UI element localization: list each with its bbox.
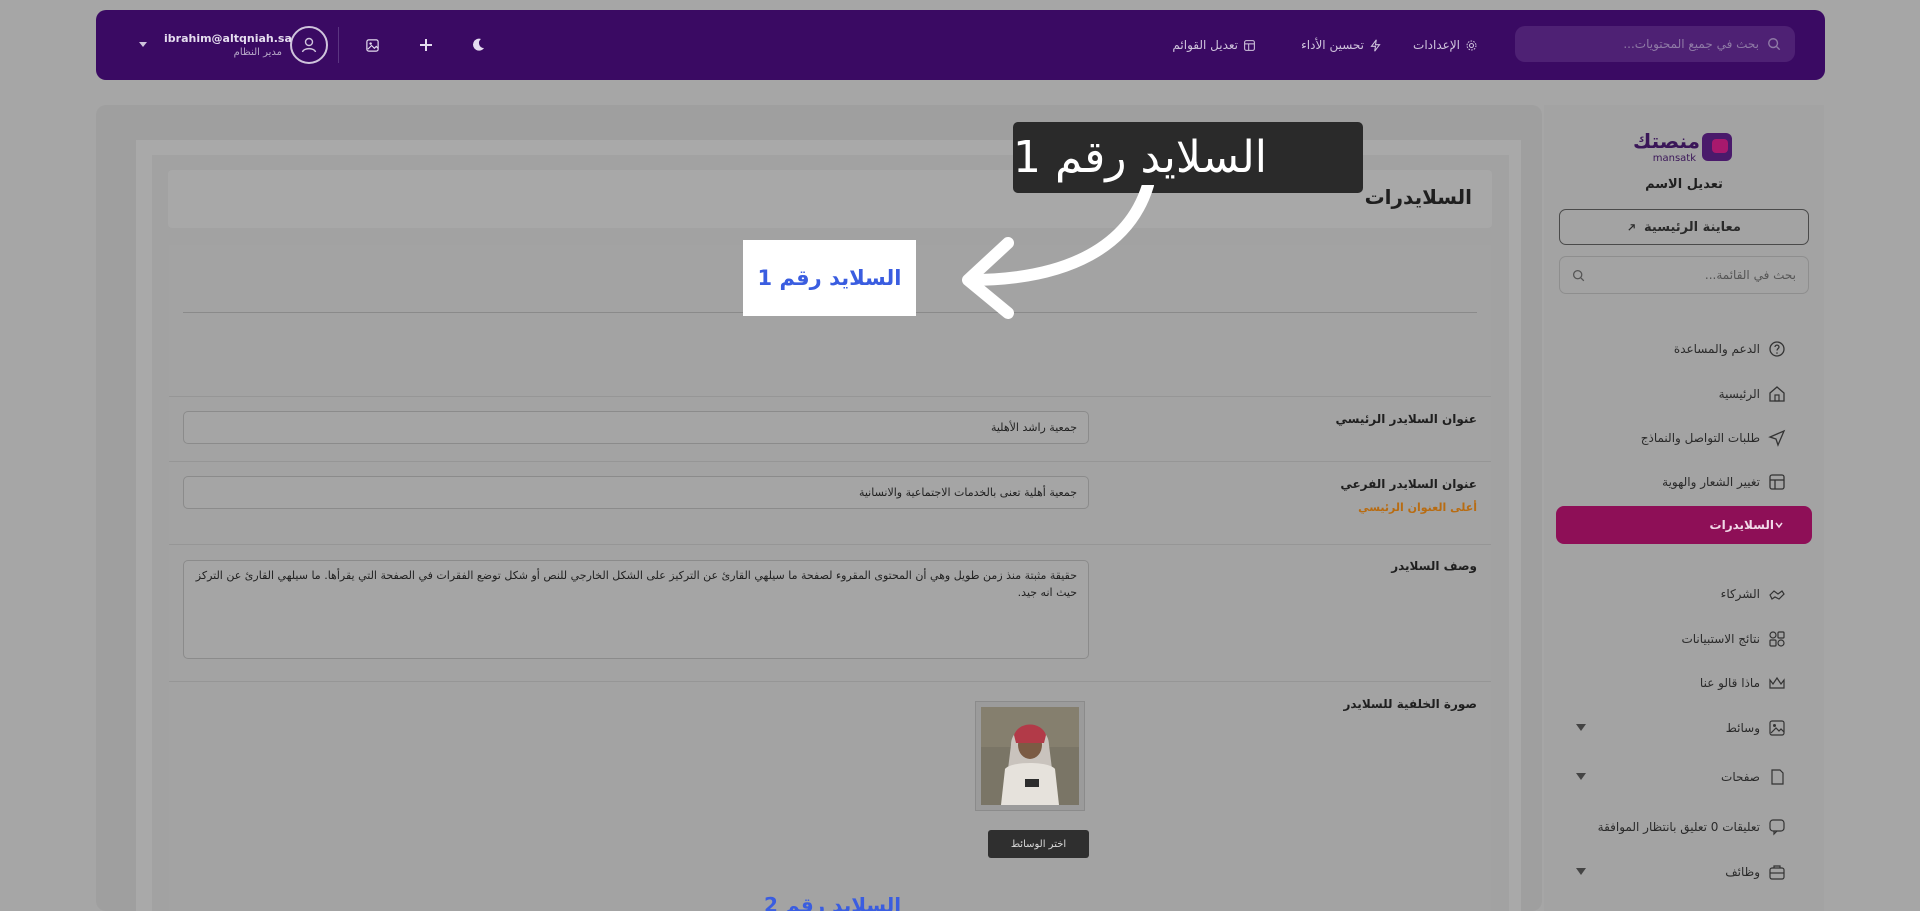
- nav-performance[interactable]: تحسين الأداء: [1301, 10, 1382, 80]
- sidebar-item-label: وسائط: [1725, 721, 1760, 735]
- help-circle-icon: [1769, 341, 1785, 357]
- nav-edit-menus-label: تعديل القوائم: [1172, 38, 1238, 52]
- sidebar-item-survey-results[interactable]: نتائج الاستبيانات: [1556, 620, 1812, 658]
- sidebar-item-media[interactable]: وسائط: [1556, 709, 1812, 747]
- user-email: ibrahim@altqniah.sa: [164, 32, 292, 45]
- brand-logo[interactable]: منصتك mansatk: [1633, 129, 1732, 169]
- sidebar: منصتك mansatk تعديل الاسم معاينة الرئيسي…: [1544, 105, 1824, 911]
- search-icon: [1768, 38, 1781, 51]
- sub-title-label: عنوان السلايدر الفرعي: [1340, 477, 1477, 491]
- caret-down-icon[interactable]: [139, 42, 147, 48]
- sidebar-item-support[interactable]: الدعم والمساعدة: [1556, 330, 1812, 368]
- logo-text-ar: منصتك: [1632, 129, 1700, 153]
- nav-settings-label: الإعدادات: [1413, 38, 1460, 52]
- image-icon: [365, 38, 379, 52]
- slider-background-photo: [981, 707, 1079, 805]
- add-new-button[interactable]: [416, 35, 436, 55]
- background-image-thumbnail[interactable]: [975, 701, 1085, 811]
- handshake-icon: [1769, 590, 1785, 600]
- description-textarea[interactable]: حقيقة مثبتة منذ زمن طويل وهي أن المحتوى …: [183, 560, 1089, 659]
- user-icon: [301, 37, 317, 53]
- user-role: مدير النظام: [233, 47, 282, 58]
- sidebar-item-contact-requests[interactable]: طلبات التواصل والنماذج: [1556, 419, 1812, 457]
- caret-down-icon: [1576, 724, 1586, 731]
- sidebar-item-sliders[interactable]: السلايدرات: [1556, 506, 1812, 544]
- grid-icon: [1769, 631, 1785, 647]
- logo-text-en: mansatk: [1652, 153, 1696, 164]
- slider-form: عنوان السلايدر الرئيسي جمعية راشد الأهلي…: [169, 245, 1491, 911]
- sidebar-item-label: الشركاء: [1720, 587, 1760, 601]
- briefcase-icon: [1769, 865, 1785, 880]
- preview-home-button[interactable]: معاينة الرئيسية: [1559, 209, 1809, 245]
- row-divider: [169, 681, 1491, 682]
- send-icon: [1768, 429, 1786, 447]
- page-title: السلايدرات: [1364, 185, 1472, 209]
- sidebar-item-label: صفحات: [1721, 770, 1760, 784]
- slide-1-heading: السلايد رقم 1: [743, 240, 916, 316]
- main-title-input[interactable]: جمعية راشد الأهلية: [183, 411, 1089, 444]
- sidebar-item-home[interactable]: الرئيسية: [1556, 375, 1812, 413]
- tutorial-arrow: [962, 185, 1154, 319]
- main-title-label: عنوان السلايدر الرئيسي: [1335, 412, 1477, 426]
- moon-icon: [473, 38, 484, 51]
- crown-icon: [1769, 676, 1785, 689]
- global-search-placeholder: بحث في جميع المحتويات...: [1623, 37, 1759, 51]
- sidebar-item-label: الرئيسية: [1718, 387, 1760, 401]
- row-divider: [169, 544, 1491, 545]
- background-image-label: صورة الخلفية للسلايدر: [1343, 697, 1477, 711]
- row-divider: [169, 461, 1491, 462]
- plus-icon: [420, 39, 432, 51]
- home-icon: [1769, 386, 1785, 402]
- sub-title-hint: أعلى العنوان الرئيسي: [1358, 501, 1477, 514]
- sidebar-item-partners[interactable]: الشركاء: [1556, 575, 1812, 613]
- external-link-icon: [1628, 223, 1635, 231]
- sidebar-item-branding[interactable]: تغيير الشعار والهوية: [1556, 463, 1812, 501]
- sidebar-item-label: تغيير الشعار والهوية: [1662, 475, 1760, 489]
- layout-icon: [1769, 474, 1785, 490]
- user-info[interactable]: ibrahim@altqniah.sa مدير النظام: [164, 32, 292, 58]
- sidebar-item-testimonials[interactable]: ماذا قالو عنا: [1556, 664, 1812, 702]
- caret-down-icon: [1576, 868, 1586, 875]
- gear-icon: [1466, 40, 1477, 50]
- sidebar-item-label: السلايدرات: [1709, 518, 1774, 532]
- nav-performance-label: تحسين الأداء: [1301, 38, 1364, 52]
- global-search-input[interactable]: بحث في جميع المحتويات...: [1515, 26, 1795, 62]
- chevron-down-icon: [1775, 522, 1783, 529]
- layout-icon: [1244, 39, 1255, 51]
- tutorial-callout: السلايد رقم 1: [1013, 122, 1363, 193]
- choose-media-button[interactable]: اختر الوسائط: [988, 830, 1089, 858]
- logo-mark-icon: [1702, 133, 1732, 161]
- sidebar-item-jobs[interactable]: وظائف: [1556, 853, 1812, 891]
- comment-icon: [1769, 819, 1785, 836]
- media-library-button[interactable]: [362, 35, 382, 55]
- menu-search-placeholder: بحث في القائمة...: [1704, 268, 1796, 282]
- nav-edit-menus[interactable]: تعديل القوائم: [1172, 10, 1256, 80]
- user-avatar[interactable]: [290, 26, 328, 64]
- sub-title-input[interactable]: جمعية أهلية تعنى بالخدمات الاجتماعية وال…: [183, 476, 1089, 509]
- sidebar-item-label: الدعم والمساعدة: [1673, 342, 1760, 356]
- sidebar-item-comments[interactable]: تعليقات 0 تعليق بانتظار الموافقة: [1556, 808, 1812, 846]
- dark-mode-toggle[interactable]: [468, 35, 488, 55]
- sidebar-item-label: تعليقات 0 تعليق بانتظار الموافقة: [1597, 820, 1760, 834]
- page-icon: [1771, 769, 1784, 785]
- row-divider: [169, 396, 1491, 397]
- sidebar-item-label: طلبات التواصل والنماذج: [1640, 431, 1760, 445]
- image-icon: [1769, 720, 1785, 736]
- top-bar: بحث في جميع المحتويات... الإعدادات تحسين…: [96, 10, 1825, 80]
- edit-name-link[interactable]: تعديل الاسم: [1544, 177, 1824, 192]
- nav-settings[interactable]: الإعدادات: [1413, 10, 1478, 80]
- caret-down-icon: [1576, 773, 1586, 780]
- sidebar-item-label: نتائج الاستبيانات: [1681, 632, 1760, 646]
- slide-2-heading: السلايد رقم 2: [764, 893, 902, 911]
- search-icon: [1572, 269, 1585, 281]
- preview-home-label: معاينة الرئيسية: [1644, 219, 1741, 235]
- description-label: وصف السلايدر: [1391, 559, 1477, 573]
- sidebar-item-label: ماذا قالو عنا: [1699, 676, 1760, 690]
- sidebar-item-pages[interactable]: صفحات: [1556, 758, 1812, 796]
- menu-search-input[interactable]: بحث في القائمة...: [1559, 256, 1809, 294]
- top-divider: [338, 27, 339, 63]
- bolt-icon: [1370, 38, 1381, 52]
- sidebar-item-label: وظائف: [1725, 865, 1760, 879]
